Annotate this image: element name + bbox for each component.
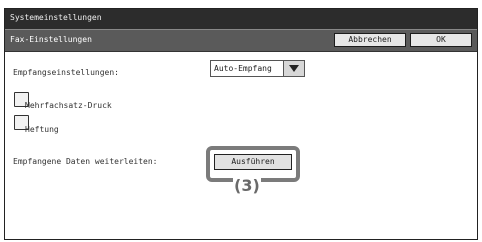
page-title: Fax-Einstellungen: [10, 35, 92, 44]
callout-number: (3): [233, 176, 261, 195]
chevron-down-icon: [289, 65, 299, 72]
receive-mode-select[interactable]: Auto-Empfang: [210, 60, 305, 77]
ok-button[interactable]: OK: [410, 33, 472, 47]
receive-mode-value: Auto-Empfang: [214, 64, 272, 73]
window-title: Systemeinstellungen: [10, 13, 102, 22]
header-bar: Fax-Einstellungen Abbrechen OK: [5, 30, 477, 52]
multiset-print-label: Mehrfachsatz-Druck: [25, 101, 112, 110]
settings-window: Systemeinstellungen Fax-Einstellungen Ab…: [4, 8, 478, 240]
cancel-button[interactable]: Abbrechen: [334, 33, 406, 47]
forward-received-data-label: Empfangene Daten weiterleiten:: [13, 157, 158, 166]
execute-button[interactable]: Ausführen: [214, 154, 292, 170]
dropdown-button[interactable]: [283, 61, 304, 76]
staple-label: Heftung: [25, 125, 59, 134]
receive-settings-label: Empfangseinstellungen:: [13, 68, 119, 77]
title-bar: Systemeinstellungen: [5, 9, 477, 30]
